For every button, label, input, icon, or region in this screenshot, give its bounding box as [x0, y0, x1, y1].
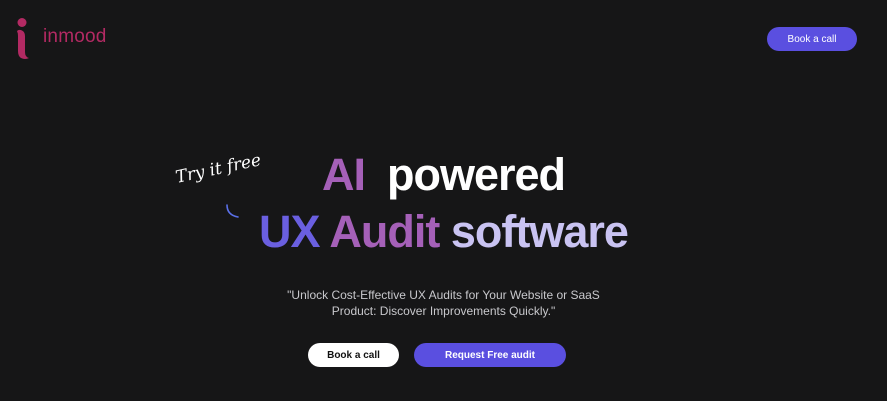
headline-software: software — [450, 206, 629, 257]
inmood-logo-icon — [17, 18, 29, 59]
subtitle-line-1: "Unlock Cost-Effective UX Audits for You… — [287, 288, 600, 302]
brand-name: inmood — [43, 26, 107, 47]
headline-ux: UX — [259, 206, 321, 257]
hero-subtitle: "Unlock Cost-Effective UX Audits for You… — [0, 287, 887, 319]
brand-logo[interactable]: inmood — [15, 18, 107, 60]
headline-powered: powered — [386, 149, 566, 200]
headline-line-1: AI powered — [0, 148, 887, 202]
subtitle-line-2: Product: Discover Improvements Quickly." — [331, 304, 556, 318]
book-call-button[interactable]: Book a call — [308, 343, 399, 367]
headline-ai: AI — [321, 149, 366, 200]
request-free-audit-button[interactable]: Request Free audit — [414, 343, 566, 367]
header-book-call-button[interactable]: Book a call — [767, 27, 857, 51]
landing-page: inmood Book a call Try it free AI powered… — [0, 0, 887, 401]
headline-line-2: UX Audit software — [0, 204, 887, 260]
headline-audit: Audit — [329, 206, 440, 257]
